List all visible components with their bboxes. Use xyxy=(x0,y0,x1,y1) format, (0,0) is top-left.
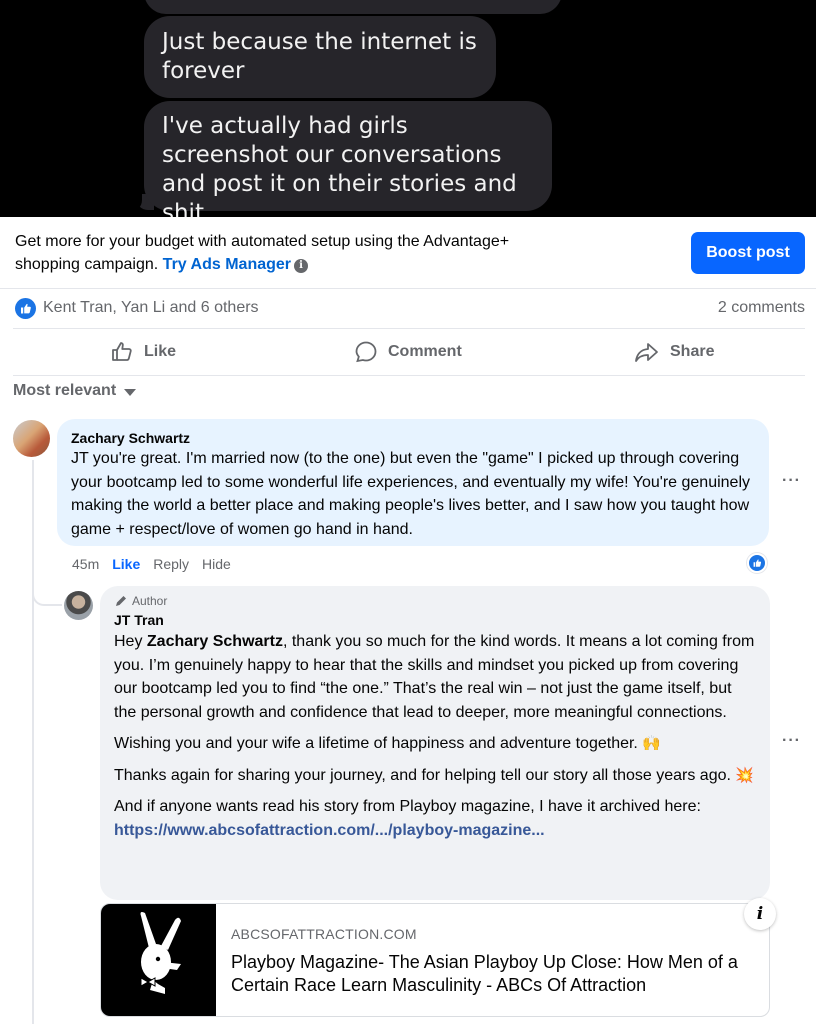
boost-post-button[interactable]: Boost post xyxy=(691,232,805,274)
reactions-names[interactable]: Kent Tran, Yan Li and 6 others xyxy=(43,299,259,317)
message-text: I've actually had girls screenshot our c… xyxy=(162,113,517,217)
comment-hide-button[interactable]: Hide xyxy=(202,556,231,572)
sort-label: Most relevant xyxy=(13,382,117,399)
comment-label: Comment xyxy=(388,343,462,360)
message-text: Just because the internet is forever xyxy=(162,29,477,84)
message-bubble: I've actually had girls screenshot our c… xyxy=(144,101,552,217)
thread-line xyxy=(32,460,34,1024)
collision-emoji: 💥 xyxy=(735,765,755,784)
reply-bubble: Author JT Tran Hey Zachary Schwartz, tha… xyxy=(100,586,770,900)
comments-count[interactable]: 2 comments xyxy=(718,299,805,317)
greeting: Hey xyxy=(114,633,143,650)
raised-hands-emoji: 🙌 xyxy=(642,734,662,752)
author-badge: Author xyxy=(114,594,756,608)
message-bubble: Just because the internet is forever xyxy=(144,16,496,98)
more-options-icon[interactable]: ··· xyxy=(782,472,801,490)
reactions-summary: Kent Tran, Yan Li and 6 others 2 comment… xyxy=(13,289,805,329)
share-label: Share xyxy=(670,343,715,360)
comment-bubble: Zachary Schwartz JT you're great. I'm ma… xyxy=(57,419,769,546)
post-actions: Like Comment Share xyxy=(13,330,805,376)
comment-button[interactable]: Comment xyxy=(354,330,462,374)
reply-author[interactable]: JT Tran xyxy=(114,611,756,629)
link-preview-card[interactable]: ABCSOFATTRACTION.COM Playboy Magazine- T… xyxy=(100,903,770,1017)
archive-link[interactable]: https://www.abcsofattraction.com/.../pla… xyxy=(114,819,756,843)
preview-title: Playboy Magazine- The Asian Playboy Up C… xyxy=(231,952,738,995)
author-badge-label: Author xyxy=(132,594,168,608)
thumbs-up-icon xyxy=(112,342,132,361)
more-options-icon[interactable]: ··· xyxy=(782,732,801,750)
avatar[interactable] xyxy=(13,420,50,457)
info-icon[interactable]: i xyxy=(294,259,309,273)
comment-like-button[interactable]: Like xyxy=(112,556,140,572)
reply-text: Wishing you and your wife a lifetime of … xyxy=(114,735,638,752)
reply-text: And if anyone wants read his story from … xyxy=(114,798,701,815)
comment-text: JT you're great. I'm married now (to the… xyxy=(71,450,751,538)
share-button[interactable]: Share xyxy=(634,330,714,374)
reply-paragraph: Thanks again for sharing your journey, a… xyxy=(114,764,756,788)
thread-connector xyxy=(32,586,62,606)
comment-author[interactable]: Zachary Schwartz xyxy=(71,429,755,447)
reply-paragraph: Wishing you and your wife a lifetime of … xyxy=(114,732,756,756)
boost-description: Get more for your budget with automated … xyxy=(15,230,575,276)
post-image[interactable]: Just because the internet is forever I'v… xyxy=(0,0,816,217)
mention[interactable]: Zachary Schwartz xyxy=(147,633,283,650)
share-icon xyxy=(635,343,658,362)
like-label: Like xyxy=(144,343,177,360)
bubble-tail-mask xyxy=(124,188,142,212)
message-bubble-partial xyxy=(144,0,562,14)
comment-icon xyxy=(355,341,377,363)
like-reaction-icon[interactable] xyxy=(747,553,767,573)
comment-sort-dropdown[interactable]: Most relevant xyxy=(13,382,137,400)
caret-down-icon xyxy=(124,388,137,396)
reply-paragraph: And if anyone wants read his story from … xyxy=(114,795,756,819)
try-ads-manager-link[interactable]: Try Ads Manager xyxy=(163,256,291,273)
like-button[interactable]: Like xyxy=(110,330,176,374)
info-icon[interactable]: i xyxy=(744,898,776,930)
comment-time[interactable]: 45m xyxy=(72,556,99,572)
reply-paragraph: Hey Zachary Schwartz, thank you so much … xyxy=(114,630,756,724)
playboy-logo-thumbnail xyxy=(101,904,216,1016)
comment-reply-button[interactable]: Reply xyxy=(153,556,189,572)
reply-text: Thanks again for sharing your journey, a… xyxy=(114,766,731,784)
avatar[interactable] xyxy=(64,591,93,620)
preview-domain: ABCSOFATTRACTION.COM xyxy=(231,926,417,942)
like-reaction-icon[interactable] xyxy=(15,298,36,319)
comment-meta: 45m Like Reply Hide xyxy=(72,556,231,572)
pencil-icon xyxy=(116,596,126,606)
